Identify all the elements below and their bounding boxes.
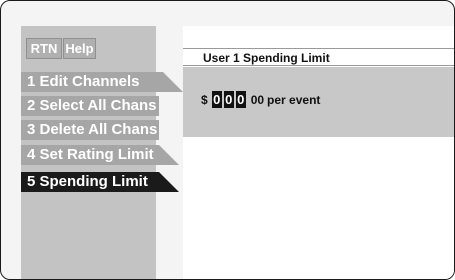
menu-item-select-all-chans[interactable]: 2 Select All Chans — [21, 96, 159, 116]
menu-item-delete-all-chans[interactable]: 3 Delete All Chans — [21, 120, 159, 140]
menu-item-set-rating-limit[interactable]: 4 Set Rating Limit — [21, 145, 179, 165]
panel-title: User 1 Spending Limit — [183, 48, 454, 66]
content-panel: User 1 Spending Limit $ 0 0 0 00 per eve… — [183, 26, 454, 279]
amount-digit-tens[interactable]: 0 — [223, 91, 234, 108]
amount-cents: 00 — [250, 92, 265, 107]
amount-digit-hundreds[interactable]: 0 — [211, 91, 222, 108]
spending-limit-amount: $ 0 0 0 00 per event — [201, 91, 320, 108]
menu-panel: RTN Help 1 Edit Channels 2 Select All Ch… — [1, 1, 183, 279]
amount-digit-ones[interactable]: 0 — [235, 91, 246, 108]
currency-symbol: $ — [201, 92, 208, 107]
amount-suffix: per event — [267, 92, 321, 107]
screen-frame: RTN Help 1 Edit Channels 2 Select All Ch… — [0, 0, 455, 280]
spending-limit-row: $ 0 0 0 00 per event — [183, 67, 454, 137]
rtn-button[interactable]: RTN — [26, 38, 62, 59]
help-button[interactable]: Help — [63, 38, 96, 59]
menu-item-edit-channels[interactable]: 1 Edit Channels — [21, 72, 183, 92]
menu-item-spending-limit[interactable]: 5 Spending Limit — [21, 172, 179, 192]
